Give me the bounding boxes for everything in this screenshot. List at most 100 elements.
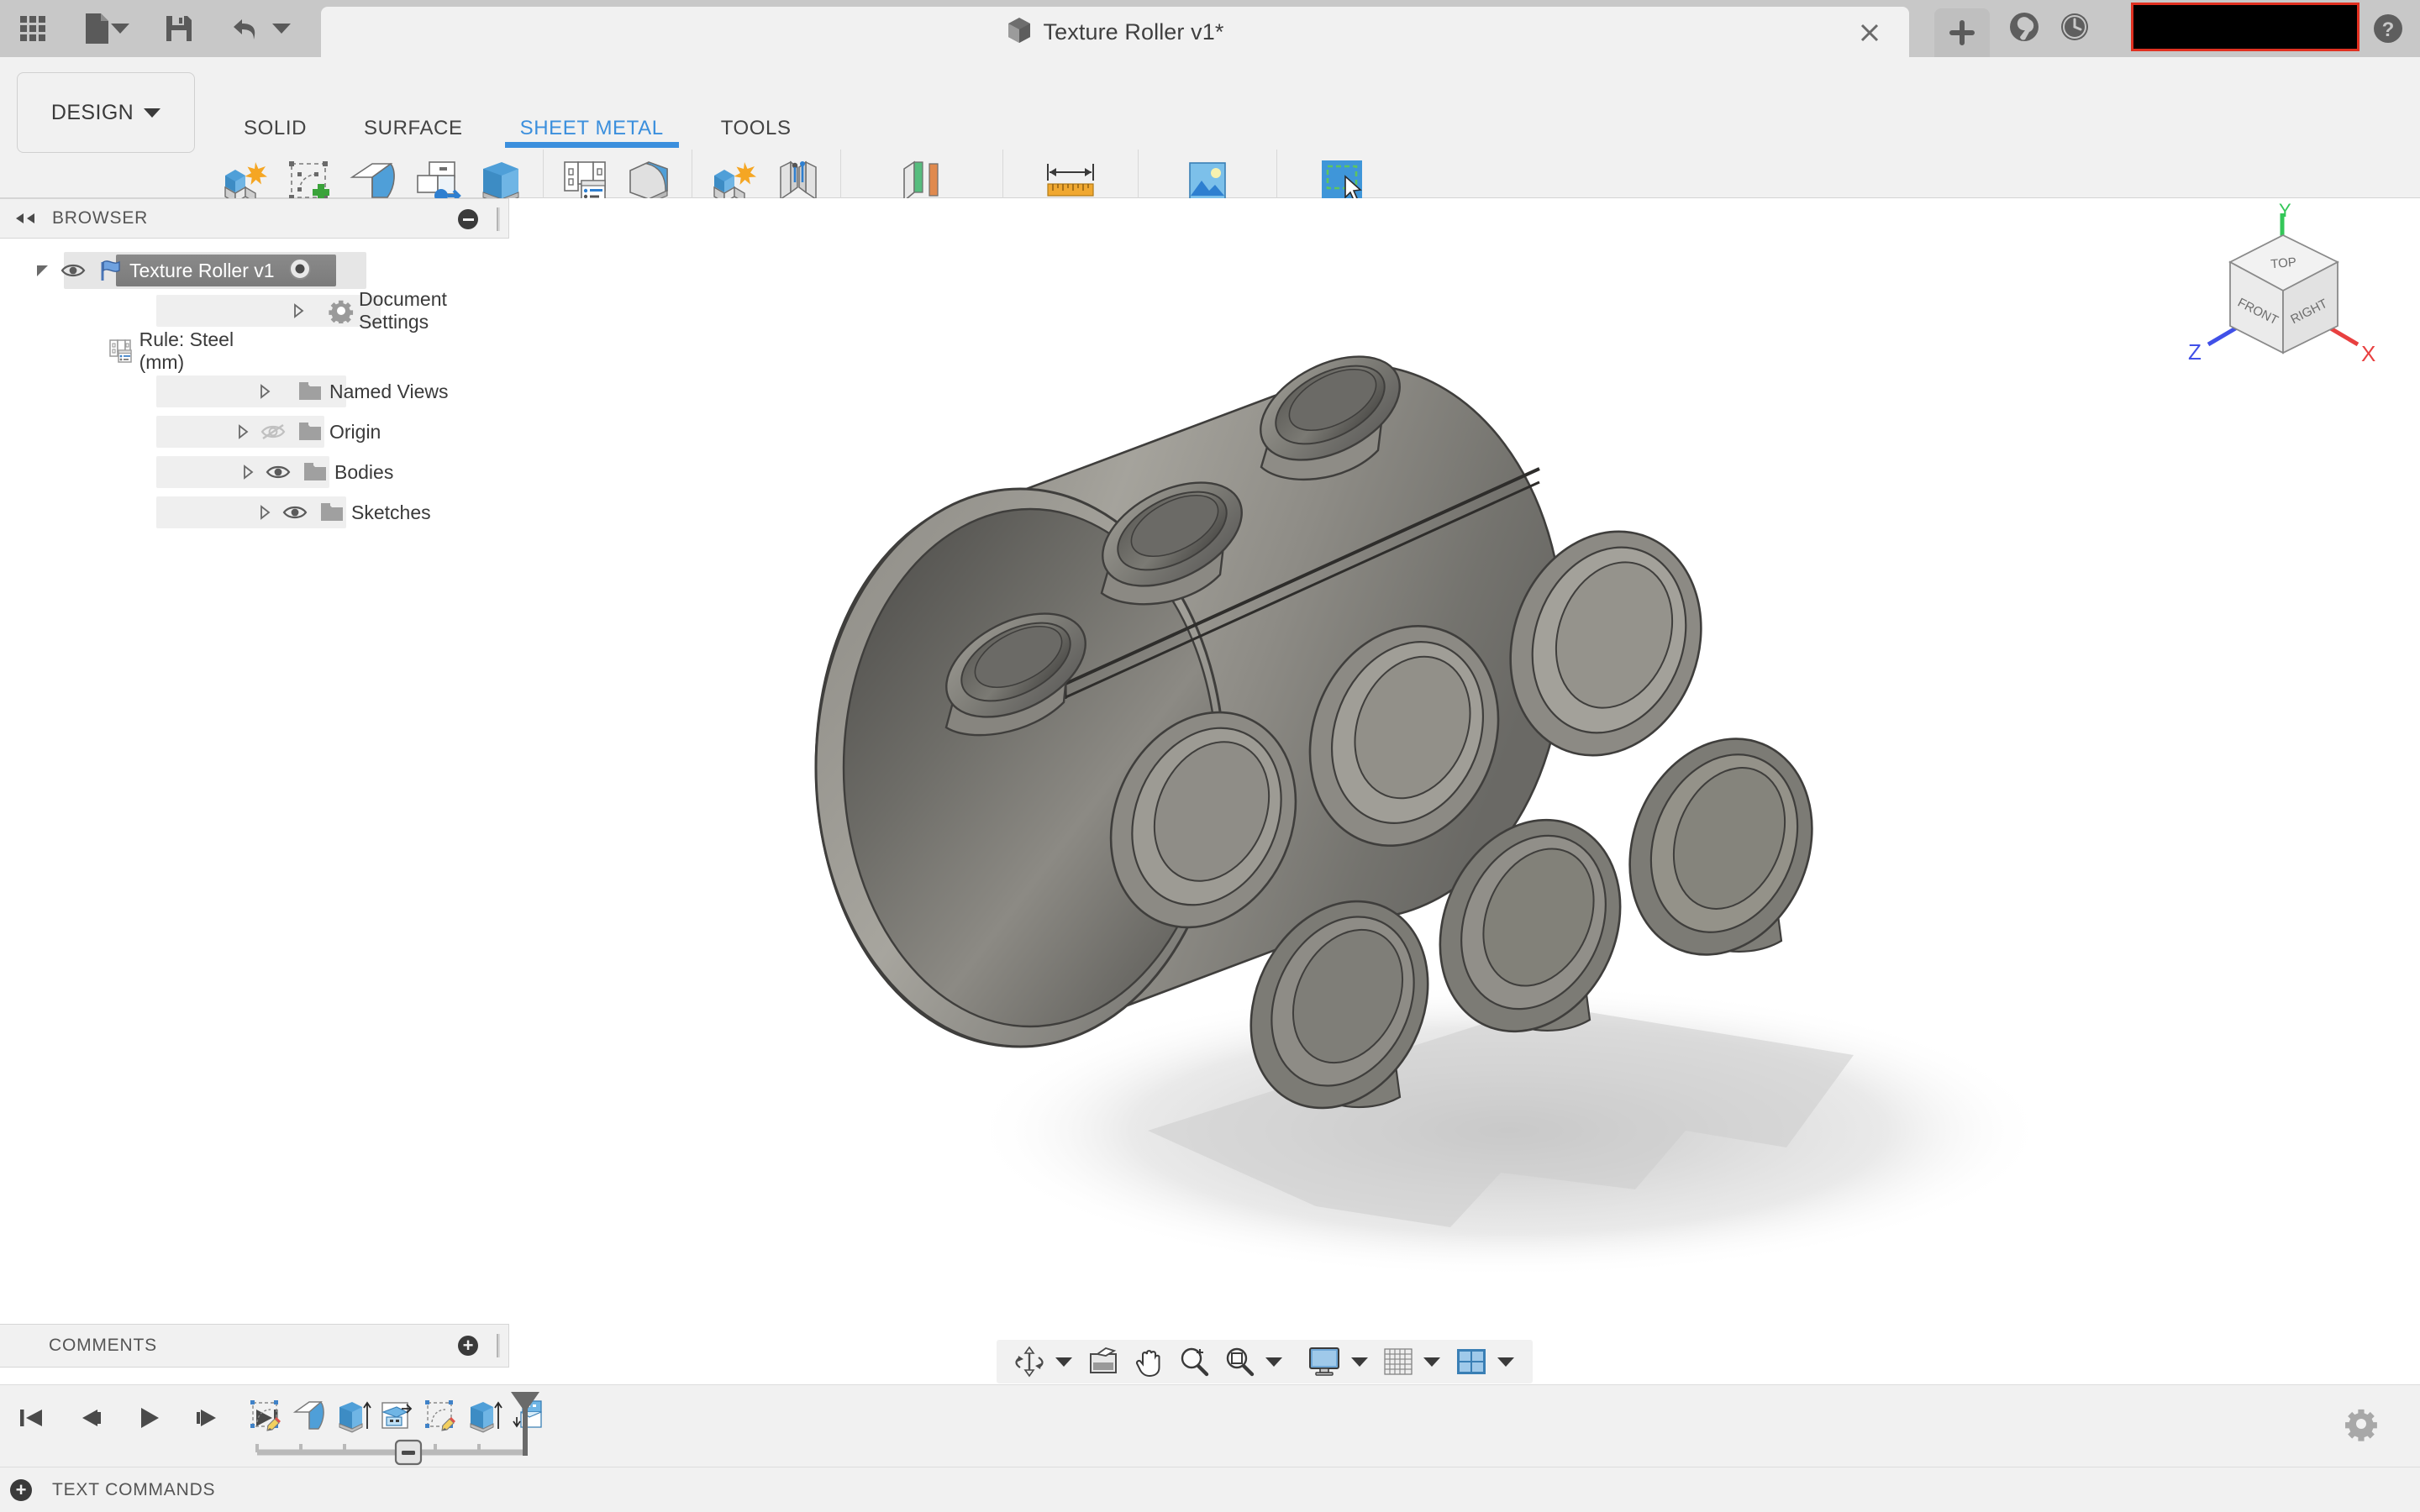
- text-commands-expand-button[interactable]: +: [10, 1478, 32, 1501]
- tree-item-texture-roller[interactable]: Texture Roller v1: [0, 250, 509, 291]
- extension-manager-icon: [2010, 12, 2039, 41]
- tab-surface[interactable]: SURFACE: [335, 109, 492, 148]
- timeline-settings-button[interactable]: [2343, 1405, 2380, 1442]
- fit-caret-icon[interactable]: [1265, 1357, 1282, 1367]
- design-canvas[interactable]: Y Z X TOP FRONT RIGHT: [509, 198, 2420, 1368]
- app-grid-button[interactable]: [10, 0, 55, 57]
- visibility-toggle-bodies[interactable]: [260, 464, 296, 480]
- timeline-sketch-feature-2[interactable]: [418, 1394, 462, 1441]
- visibility-toggle-root[interactable]: [55, 262, 91, 279]
- save-button[interactable]: [156, 0, 202, 57]
- app-grid-icon: [18, 14, 47, 43]
- visibility-toggle-origin[interactable]: [255, 423, 291, 441]
- timeline-flange-feature[interactable]: [287, 1394, 331, 1441]
- document-tab[interactable]: Texture Roller v1*: [321, 7, 1909, 57]
- display-settings-button[interactable]: [1302, 1343, 1346, 1380]
- help-button[interactable]: ?: [2370, 0, 2407, 57]
- activate-component-radio[interactable]: [288, 257, 312, 285]
- timeline-sketch-feature[interactable]: [244, 1394, 287, 1441]
- look-at-icon: [1090, 1347, 1117, 1373]
- display-settings-caret-icon[interactable]: [1351, 1357, 1368, 1367]
- file-document-icon: [84, 13, 109, 45]
- model-viewport[interactable]: [509, 198, 2420, 1368]
- job-status-button[interactable]: [2057, 9, 2092, 49]
- timeline: [0, 1384, 2420, 1467]
- timeline-marker[interactable]: [392, 1437, 425, 1469]
- add-comment-button[interactable]: +: [458, 1336, 478, 1356]
- workspace-selector-button[interactable]: DESIGN: [17, 72, 195, 153]
- disclosure-expanded-icon[interactable]: [30, 262, 55, 279]
- fit-button[interactable]: [1218, 1343, 1260, 1380]
- document-cube-icon: [1007, 16, 1032, 49]
- timeline-extrude-feature-2[interactable]: [462, 1394, 506, 1441]
- skip-to-start-button[interactable]: [12, 1399, 50, 1437]
- timeline-extrude-feature[interactable]: [331, 1394, 375, 1441]
- file-menu-button[interactable]: [76, 0, 138, 57]
- disclosure-collapsed-icon[interactable]: [287, 302, 310, 319]
- step-back-button[interactable]: [71, 1399, 109, 1437]
- undo-caret-icon[interactable]: [272, 24, 291, 34]
- orbit-caret-icon[interactable]: [1055, 1357, 1072, 1367]
- browser-tree: Texture Roller v1 Document Settings Rule…: [0, 239, 604, 533]
- viewcube[interactable]: Y Z X TOP FRONT RIGHT: [2180, 200, 2390, 371]
- folder-icon: [291, 421, 329, 443]
- undo-button[interactable]: [220, 0, 299, 57]
- browser-title: BROWSER: [52, 208, 149, 228]
- grid-snaps-icon: [1384, 1348, 1413, 1375]
- sheet-metal-rule-icon: [101, 339, 139, 364]
- step-forward-button[interactable]: [188, 1399, 227, 1437]
- tab-solid[interactable]: SOLID: [215, 109, 335, 148]
- tree-item-origin[interactable]: Origin: [0, 412, 509, 452]
- timeline-track[interactable]: [252, 1441, 529, 1462]
- grid-snaps-button[interactable]: [1378, 1343, 1418, 1380]
- eye-visible-icon: [282, 506, 308, 519]
- comments-panel[interactable]: COMMENTS +: [0, 1324, 509, 1368]
- comments-resize-grip[interactable]: [497, 1334, 500, 1357]
- extension-manager-button[interactable]: [2007, 9, 2042, 49]
- skip-to-start-icon: [20, 1410, 42, 1426]
- tree-item-document-settings[interactable]: Document Settings: [0, 288, 509, 333]
- tree-label: Document Settings: [359, 288, 447, 333]
- disclosure-collapsed-icon[interactable]: [252, 383, 277, 400]
- pan-hand-icon: [1136, 1350, 1160, 1378]
- pan-button[interactable]: [1128, 1343, 1170, 1380]
- tab-sheet-metal[interactable]: SHEET METAL: [492, 109, 692, 148]
- timeline-end-marker[interactable]: [508, 1389, 543, 1459]
- tree-item-named-views[interactable]: Named Views: [0, 371, 509, 412]
- grid-snaps-caret-icon[interactable]: [1423, 1357, 1440, 1367]
- fit-icon: [1226, 1347, 1255, 1377]
- zoom-button[interactable]: [1173, 1343, 1215, 1380]
- viewports-button[interactable]: [1450, 1343, 1492, 1380]
- browser-collapse-all-button[interactable]: [458, 209, 478, 229]
- radio-button-icon: [288, 257, 311, 280]
- play-icon: [141, 1408, 159, 1428]
- browser-resize-grip[interactable]: [497, 207, 500, 231]
- account-redacted-box: [2131, 3, 2360, 51]
- visibility-toggle-sketches[interactable]: [277, 504, 313, 521]
- disclosure-collapsed-icon[interactable]: [252, 504, 277, 521]
- plus-icon: [1949, 20, 1975, 45]
- tree-item-bodies[interactable]: Bodies: [0, 452, 509, 492]
- tree-label: Named Views: [329, 380, 449, 402]
- close-tab-button[interactable]: [1857, 20, 1882, 45]
- look-at-button[interactable]: [1082, 1343, 1124, 1380]
- text-commands-title: TEXT COMMANDS: [52, 1479, 216, 1499]
- tab-tools[interactable]: TOOLS: [692, 109, 820, 148]
- document-title: Texture Roller v1*: [1043, 18, 1224, 45]
- disclosure-collapsed-icon[interactable]: [235, 464, 260, 480]
- text-commands-bar[interactable]: + TEXT COMMANDS: [0, 1467, 2420, 1512]
- timeline-flat-pattern-feature[interactable]: [375, 1394, 418, 1441]
- orbit-button[interactable]: [1008, 1343, 1050, 1380]
- new-tab-button[interactable]: [1934, 8, 1990, 57]
- tree-item-rule-steel[interactable]: Rule: Steel (mm): [0, 328, 604, 373]
- extrude-feature-icon: [470, 1401, 502, 1433]
- workspace-selector-label: DESIGN: [50, 100, 134, 124]
- file-menu-caret-icon[interactable]: [111, 24, 129, 34]
- sketch-feature-icon: [425, 1400, 455, 1431]
- tree-item-sketches[interactable]: Sketches: [0, 492, 509, 533]
- collapse-panel-button[interactable]: [13, 212, 37, 225]
- play-button[interactable]: [129, 1399, 168, 1437]
- viewports-caret-icon[interactable]: [1497, 1357, 1514, 1367]
- disclosure-collapsed-icon[interactable]: [230, 423, 255, 440]
- step-back-icon: [82, 1410, 101, 1426]
